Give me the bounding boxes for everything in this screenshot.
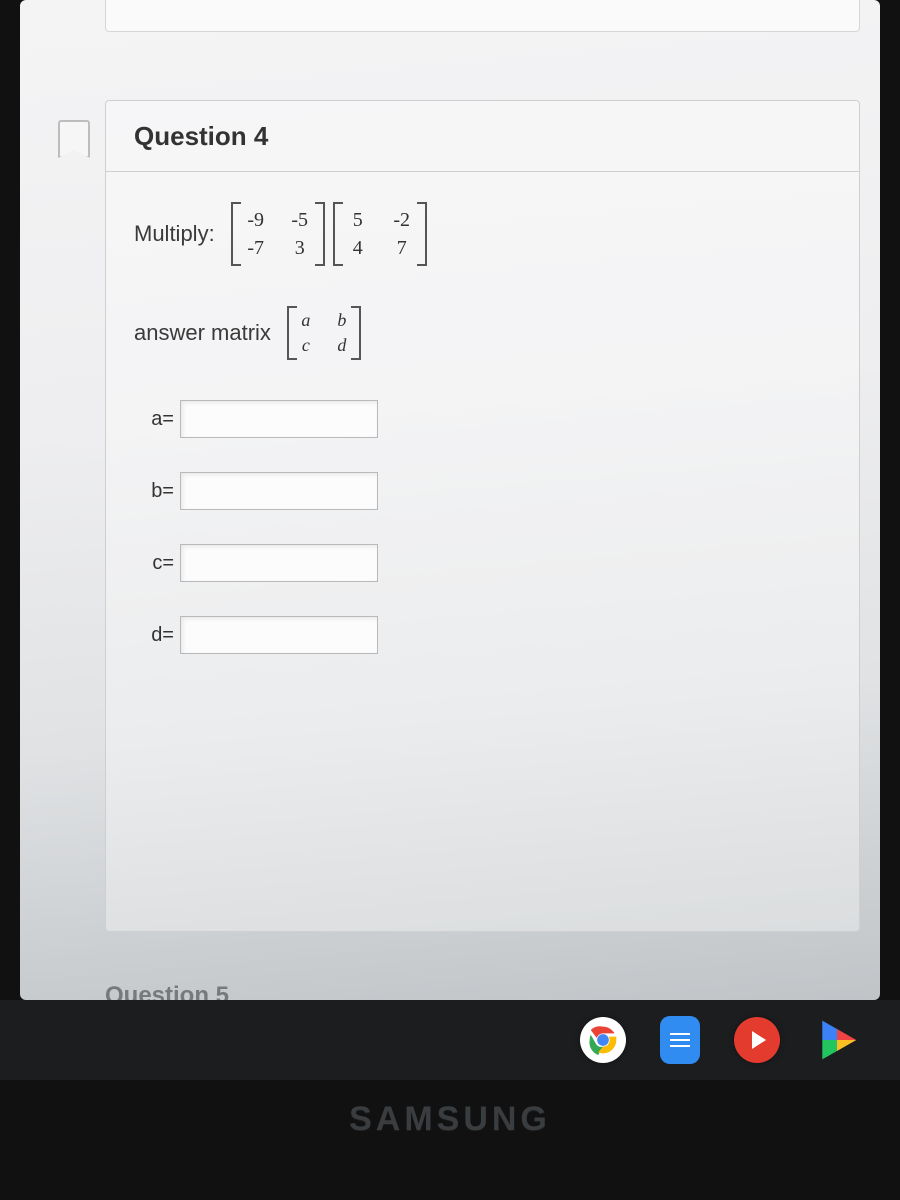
matrix-b-01: -2: [389, 206, 415, 234]
next-question-title: Question 5: [105, 982, 229, 1000]
label-a: a=: [134, 408, 174, 431]
bookmark-icon[interactable]: [58, 120, 90, 158]
input-b[interactable]: [180, 472, 378, 510]
label-c: c=: [134, 552, 174, 575]
previous-question-card: [105, 0, 860, 32]
multiply-row: Multiply: -9 -5 -7 3 5: [134, 202, 831, 266]
answer-var-a: a: [297, 308, 315, 333]
docs-lines-icon: [670, 1039, 690, 1041]
device-brand: SAMSUNG: [0, 1100, 900, 1139]
matrix-b-00: 5: [345, 206, 371, 234]
docs-icon[interactable]: [660, 1016, 700, 1064]
question-body: Multiply: -9 -5 -7 3 5: [106, 172, 859, 718]
input-c[interactable]: [180, 544, 378, 582]
matrix-a-01: -5: [287, 206, 313, 234]
page-content: Question 4 Multiply: -9 -5 -7 3: [20, 0, 880, 1000]
play-triangle-icon: [752, 1031, 766, 1049]
input-a[interactable]: [180, 400, 378, 438]
label-b: b=: [134, 480, 174, 503]
multiply-label: Multiply:: [134, 221, 215, 247]
label-d: d=: [134, 624, 174, 647]
answer-row-b: b=: [134, 472, 831, 510]
answer-matrix: a b c d: [287, 306, 361, 360]
answer-inputs: a= b= c= d=: [134, 400, 831, 654]
chrome-icon[interactable]: [580, 1017, 626, 1063]
answer-var-b: b: [333, 308, 351, 333]
matrix-b-10: 4: [345, 234, 371, 262]
answer-row-c: c=: [134, 544, 831, 582]
matrix-a-11: 3: [287, 234, 313, 262]
matrix-a-10: -7: [243, 234, 269, 262]
play-store-icon[interactable]: [814, 1017, 860, 1063]
matrix-a-00: -9: [243, 206, 269, 234]
matrix-b: 5 -2 4 7: [333, 202, 427, 266]
answer-matrix-label: answer matrix: [134, 320, 271, 346]
matrix-a: -9 -5 -7 3: [231, 202, 325, 266]
answer-var-c: c: [297, 333, 315, 358]
answer-row-d: d=: [134, 616, 831, 654]
question-card: Question 4 Multiply: -9 -5 -7 3: [105, 100, 860, 932]
answer-var-d: d: [333, 333, 351, 358]
youtube-icon[interactable]: [734, 1017, 780, 1063]
question-title: Question 4: [106, 101, 859, 172]
shelf: [0, 1000, 900, 1080]
answer-matrix-row: answer matrix a b c d: [134, 306, 831, 360]
matrix-b-11: 7: [389, 234, 415, 262]
answer-row-a: a=: [134, 400, 831, 438]
screen-root: Question 4 Multiply: -9 -5 -7 3: [0, 0, 900, 1200]
input-d[interactable]: [180, 616, 378, 654]
